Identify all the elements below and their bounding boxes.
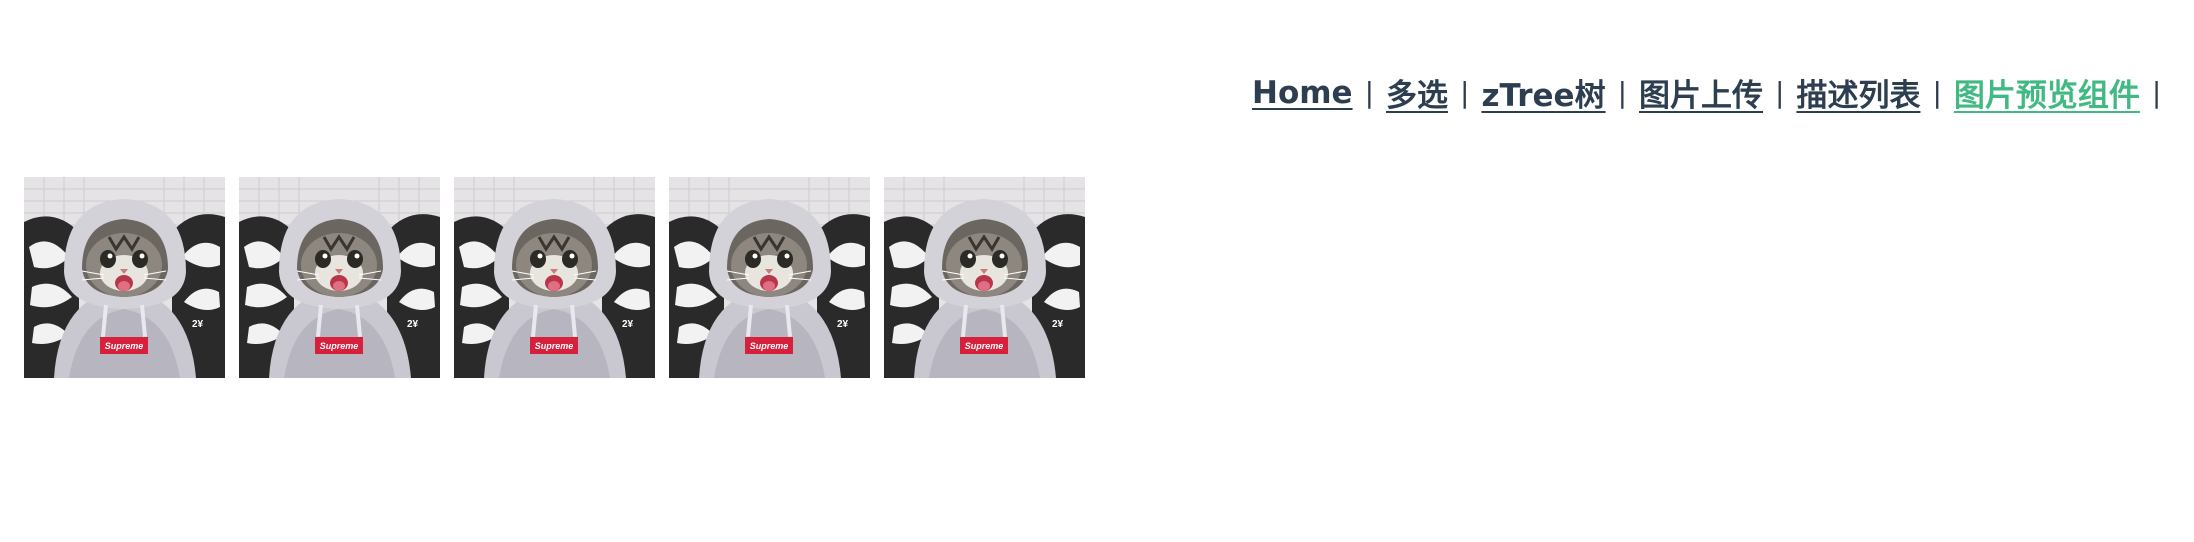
nav-separator: | [1460,76,1470,109]
image-thumbnail[interactable]: 2¥ Supreme [239,177,440,378]
nav-separator: | [1617,76,1628,109]
svg-text:Supreme: Supreme [105,341,144,351]
nav-link-image-upload[interactable]: 图片上传 [1639,70,1763,115]
image-gallery: 2¥ Supreme 2¥ Supreme 2¥ Supreme 2¥ Supr… [24,177,1099,378]
svg-text:Supreme: Supreme [965,341,1004,351]
svg-text:2¥: 2¥ [837,319,849,330]
nav-separator: | [1775,76,1785,109]
cat-in-hoodie-icon: 2¥ Supreme [884,177,1085,378]
svg-text:Supreme: Supreme [320,341,359,351]
svg-text:2¥: 2¥ [407,319,419,330]
cat-in-hoodie-icon: 2¥ Supreme [454,177,655,378]
svg-text:Supreme: Supreme [750,341,789,351]
cat-in-hoodie-icon: 2¥ Supreme [239,177,440,378]
image-thumbnail[interactable]: 2¥ Supreme [24,177,225,378]
image-thumbnail[interactable]: 2¥ Supreme [884,177,1085,378]
nav-link-description-list[interactable]: 描述列表 [1796,70,1920,115]
svg-text:2¥: 2¥ [1052,319,1064,330]
svg-text:2¥: 2¥ [622,319,634,330]
top-nav: Home | 多选 | zTree树 | 图片上传 | 描述列表 | 图片预览组… [1252,70,2173,115]
nav-link-image-preview[interactable]: 图片预览组件 [1954,70,2140,115]
svg-text:2¥: 2¥ [192,319,204,330]
nav-separator: | [1364,76,1375,109]
image-thumbnail[interactable]: 2¥ Supreme [669,177,870,378]
nav-link-home[interactable]: Home [1252,75,1353,111]
image-thumbnail[interactable]: 2¥ Supreme [454,177,655,378]
nav-link-multiselect[interactable]: 多选 [1386,70,1448,115]
nav-separator: | [2151,76,2162,109]
cat-in-hoodie-icon: 2¥ Supreme [24,177,225,378]
nav-link-ztree[interactable]: zTree树 [1481,70,1605,115]
nav-separator: | [1932,76,1942,109]
cat-in-hoodie-icon: 2¥ Supreme [669,177,870,378]
svg-text:Supreme: Supreme [535,341,574,351]
